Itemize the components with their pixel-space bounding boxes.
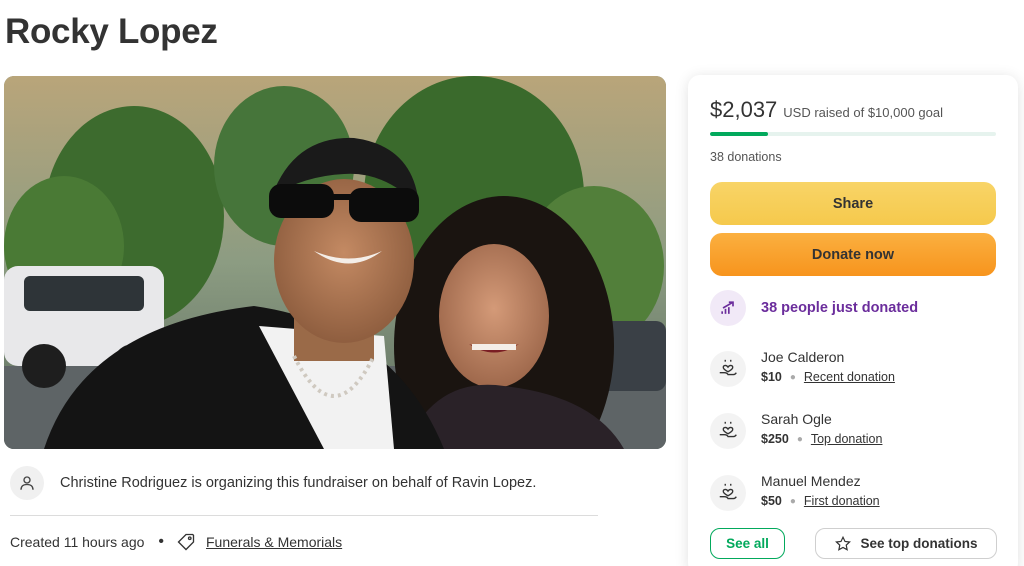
campaign-photo [4,76,666,449]
page-title: Rocky Lopez [5,12,218,51]
organizer-row: Christine Rodriguez is organizing this f… [10,465,600,501]
progress-bar [710,132,996,136]
trending-up-icon [710,290,746,326]
donor-name: Sarah Ogle [761,411,832,427]
donation-card: $2,037 USD raised of $10,000 goal 38 don… [688,75,1018,566]
donor-separator: ● [789,371,796,383]
donor-amount: $50 [761,494,782,508]
progress-fill [710,132,769,136]
heart-hand-icon [710,413,746,449]
donor-separator: ● [789,495,796,507]
heart-hand-icon [710,475,746,511]
raised-amount: $2,037 [710,97,778,122]
category-link[interactable]: Funerals & Memorials [206,534,342,550]
meta-separator: • [158,533,164,550]
donor-name: Joe Calderon [761,349,845,365]
organizer-text: Christine Rodriguez is organizing this f… [60,475,537,491]
heart-hand-icon [710,351,746,387]
created-time: Created 11 hours ago [10,534,145,550]
donor-item: Sarah Ogle $250 ● Top donation [710,411,882,449]
donor-type-link[interactable]: Recent donation [804,370,895,384]
share-button[interactable]: Share [710,182,996,225]
see-top-donations-button[interactable]: See top donations [815,528,997,559]
raised-summary: $2,037 USD raised of $10,000 goal [710,97,943,123]
donation-count: 38 donations [710,150,782,164]
donate-button[interactable]: Donate now [710,233,996,276]
goal-text: USD raised of $10,000 goal [783,105,944,120]
trend-text: 38 people just donated [761,300,919,316]
person-icon [10,466,44,500]
donor-item: Joe Calderon $10 ● Recent donation [710,349,895,387]
see-all-button[interactable]: See all [710,528,785,559]
donor-type-link[interactable]: Top donation [811,432,883,446]
donor-type-link[interactable]: First donation [804,494,880,508]
donor-amount: $250 [761,432,789,446]
donation-trend: 38 people just donated [710,290,918,326]
divider [10,515,598,516]
star-icon [835,535,852,551]
donor-amount: $10 [761,370,782,384]
donor-separator: ● [796,433,803,445]
campaign-meta: Created 11 hours ago • Funerals & Memori… [10,530,342,554]
donor-name: Manuel Mendez [761,473,861,489]
tag-icon [176,532,196,552]
donor-item: Manuel Mendez $50 ● First donation [710,473,880,511]
see-top-donations-label: See top donations [860,536,978,551]
